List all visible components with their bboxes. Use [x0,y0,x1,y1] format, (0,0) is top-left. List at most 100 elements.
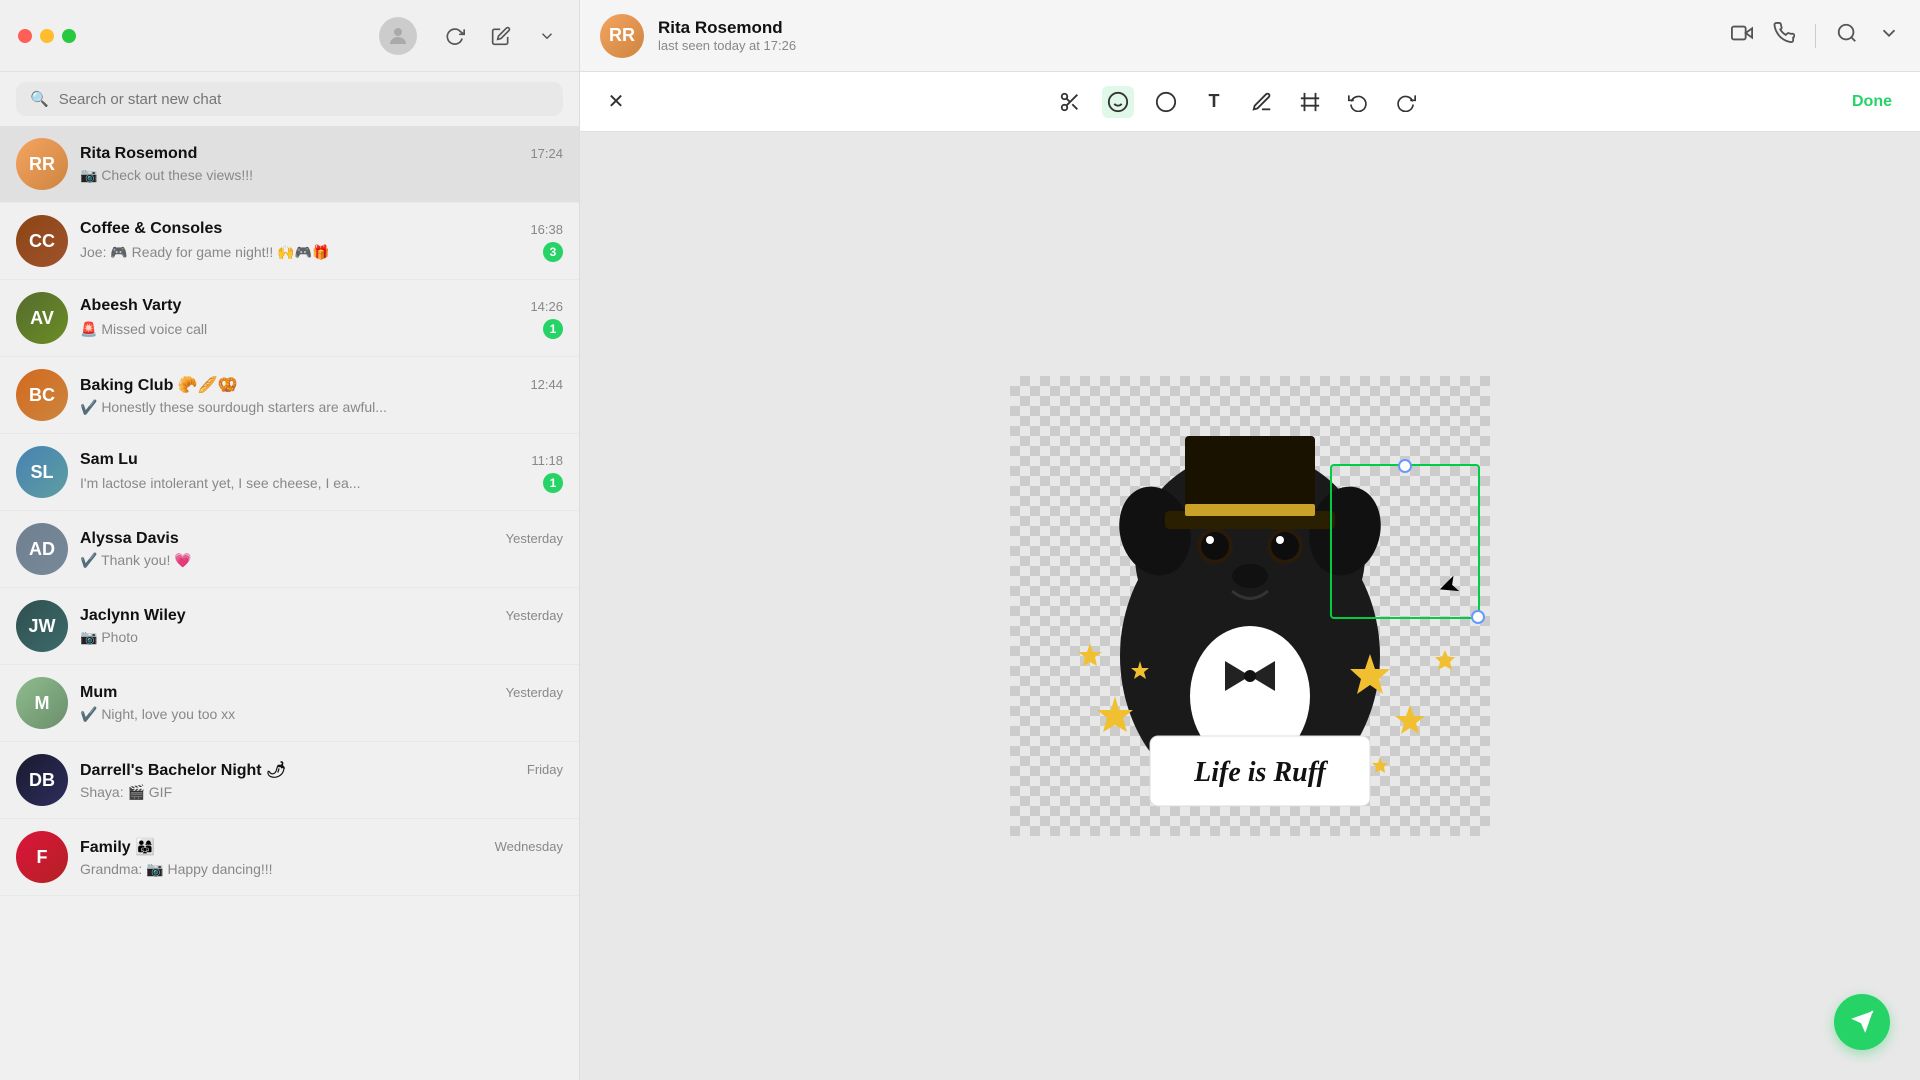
emoji-tool[interactable] [1102,86,1134,118]
chat-time: Yesterday [506,685,563,700]
chat-time: 14:26 [530,299,563,314]
chat-message-preview: ✔️ Thank you! 💗 [80,552,563,569]
close-button[interactable] [18,29,32,43]
chat-avatar: CC [16,215,68,267]
chat-time: 16:38 [530,222,563,237]
chat-message-preview: ✔️ Night, love you too xx [80,706,563,723]
chat-message-preview: 📷 Check out these views!!! [80,167,563,184]
chat-name: Sam Lu [80,451,138,469]
undo-tool[interactable] [1342,86,1374,118]
chat-preview: ✔️ Honestly these sourdough starters are… [80,399,563,416]
maximize-button[interactable] [62,29,76,43]
chat-header: Darrell's Bachelor Night 🌶 Friday [80,760,563,780]
chat-time: Friday [527,762,563,777]
contact-name: Rita Rosemond [658,18,796,38]
chat-info: Abeesh Varty 14:26 🚨 Missed voice call 1 [80,297,563,339]
compose-icon[interactable] [487,22,515,50]
crop-tool[interactable] [1294,86,1326,118]
unread-badge: 3 [543,242,563,262]
toolbar-right: Done [1844,89,1900,115]
chat-header: Abeesh Varty 14:26 [80,297,563,315]
scissor-tool[interactable] [1054,86,1086,118]
close-icon[interactable]: ✕ [600,86,632,118]
unread-badge: 1 [543,473,563,493]
chat-item[interactable]: JW Jaclynn Wiley Yesterday 📷 Photo [0,588,579,665]
canvas-container[interactable]: Life is Ruff [1010,376,1490,836]
chat-info: Mum Yesterday ✔️ Night, love you too xx [80,684,563,723]
chat-name: Darrell's Bachelor Night 🌶 [80,760,286,780]
chat-message-preview: I'm lactose intolerant yet, I see cheese… [80,475,535,491]
chat-preview: 🚨 Missed voice call 1 [80,319,563,339]
chat-item[interactable]: DB Darrell's Bachelor Night 🌶 Friday Sha… [0,742,579,819]
toolbar-center: T [652,86,1824,118]
chat-message-preview: Shaya: 🎬 GIF [80,784,563,801]
chevron-down-icon[interactable] [533,22,561,50]
pen-tool[interactable] [1246,86,1278,118]
divider [1815,24,1816,48]
text-tool[interactable]: T [1198,86,1230,118]
profile-avatar[interactable] [379,17,417,55]
shape-tool[interactable] [1150,86,1182,118]
chat-preview: 📷 Check out these views!!! [80,167,563,184]
search-input-wrap[interactable]: 🔍 [16,82,563,116]
chat-avatar: BC [16,369,68,421]
chat-message-preview: ✔️ Honestly these sourdough starters are… [80,399,563,416]
chat-list: RR Rita Rosemond 17:24 📷 Check out these… [0,126,579,1080]
selection-handle-bottomright[interactable] [1471,610,1485,624]
chat-header: Mum Yesterday [80,684,563,702]
contact-text: Rita Rosemond last seen today at 17:26 [658,18,796,53]
video-call-icon[interactable] [1731,22,1753,50]
chat-preview: 📷 Photo [80,629,563,646]
search-icon[interactable] [1836,22,1858,50]
right-titlebar: RR Rita Rosemond last seen today at 17:2… [580,0,1920,72]
chat-time: Yesterday [506,531,563,546]
chat-info: Baking Club 🥐🥖🥨 12:44 ✔️ Honestly these … [80,375,563,416]
chat-info: Coffee & Consoles 16:38 Joe: 🎮 Ready for… [80,220,563,262]
chat-item[interactable]: SL Sam Lu 11:18 I'm lactose intolerant y… [0,434,579,511]
editor-canvas: Life is Ruff [580,132,1920,1080]
chat-item[interactable]: AD Alyssa Davis Yesterday ✔️ Thank you! … [0,511,579,588]
chat-name: Alyssa Davis [80,530,179,548]
chat-info: Darrell's Bachelor Night 🌶 Friday Shaya:… [80,760,563,801]
chat-name: Abeesh Varty [80,297,181,315]
chat-preview: ✔️ Night, love you too xx [80,706,563,723]
redo-tool[interactable] [1390,86,1422,118]
titlebar-actions [1731,22,1900,50]
contact-info: RR Rita Rosemond last seen today at 17:2… [600,14,1731,58]
chat-info: Jaclynn Wiley Yesterday 📷 Photo [80,607,563,646]
chat-name: Coffee & Consoles [80,220,222,238]
send-button[interactable] [1834,994,1890,1050]
chat-item[interactable]: AV Abeesh Varty 14:26 🚨 Missed voice cal… [0,280,579,357]
selection-handle-top[interactable] [1398,459,1412,473]
done-button[interactable]: Done [1844,89,1900,115]
chat-item[interactable]: M Mum Yesterday ✔️ Night, love you too x… [0,665,579,742]
chat-info: Sam Lu 11:18 I'm lactose intolerant yet,… [80,451,563,493]
chat-time: 11:18 [531,453,563,468]
chat-message-preview: 🚨 Missed voice call [80,321,535,338]
chat-info: Rita Rosemond 17:24 📷 Check out these vi… [80,145,563,184]
selection-box[interactable] [1330,464,1480,619]
chat-name: Rita Rosemond [80,145,197,163]
minimize-button[interactable] [40,29,54,43]
chat-header: Jaclynn Wiley Yesterday [80,607,563,625]
search-input[interactable] [59,91,549,108]
chat-item[interactable]: BC Baking Club 🥐🥖🥨 12:44 ✔️ Honestly the… [0,357,579,434]
chat-message-preview: Grandma: 📷 Happy dancing!!! [80,861,563,878]
chat-name: Baking Club 🥐🥖🥨 [80,375,238,395]
more-options-icon[interactable] [1878,22,1900,50]
chat-preview: Grandma: 📷 Happy dancing!!! [80,861,563,878]
chat-avatar: AD [16,523,68,575]
phone-call-icon[interactable] [1773,22,1795,50]
chat-avatar: SL [16,446,68,498]
refresh-icon[interactable] [441,22,469,50]
chat-avatar: JW [16,600,68,652]
chat-header: Family 👨‍👩‍👧 Wednesday [80,837,563,857]
chat-header: Baking Club 🥐🥖🥨 12:44 [80,375,563,395]
chat-item[interactable]: CC Coffee & Consoles 16:38 Joe: 🎮 Ready … [0,203,579,280]
chat-info: Family 👨‍👩‍👧 Wednesday Grandma: 📷 Happy … [80,837,563,878]
chat-item[interactable]: F Family 👨‍👩‍👧 Wednesday Grandma: 📷 Happ… [0,819,579,896]
toolbar-left: ✕ [600,86,632,118]
left-panel: 🔍 RR Rita Rosemond 17:24 📷 Check out the… [0,0,580,1080]
right-panel: RR Rita Rosemond last seen today at 17:2… [580,0,1920,1080]
chat-item[interactable]: RR Rita Rosemond 17:24 📷 Check out these… [0,126,579,203]
